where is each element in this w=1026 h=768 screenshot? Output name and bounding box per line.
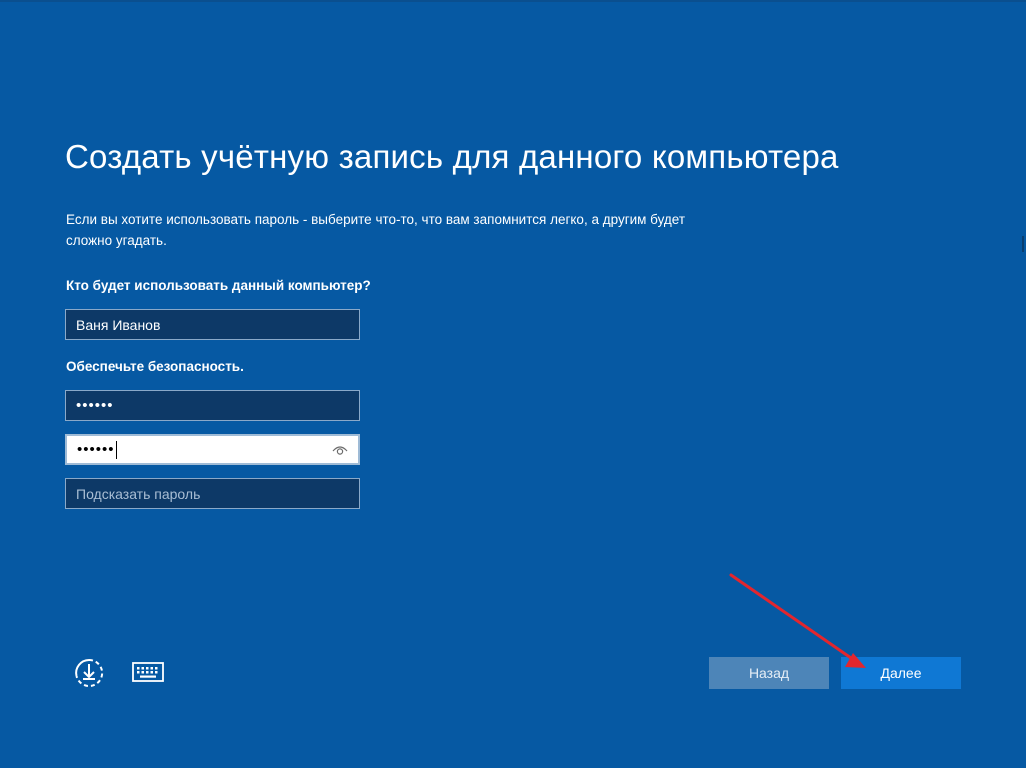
username-field[interactable]: Ваня Иванов xyxy=(65,309,360,340)
next-button[interactable]: Далее xyxy=(841,657,961,689)
password-field[interactable]: •••••• xyxy=(65,390,360,421)
eye-icon[interactable] xyxy=(332,443,348,457)
security-label: Обеспечьте безопасность. xyxy=(66,359,244,374)
window-edge-mark xyxy=(1022,236,1024,252)
page-title: Создать учётную запись для данного компь… xyxy=(65,138,839,175)
password-hint-placeholder: Подсказать пароль xyxy=(76,485,201,502)
password-confirm-value: •••••• xyxy=(77,441,115,458)
top-edge xyxy=(0,0,1026,2)
back-button[interactable]: Назад xyxy=(709,657,829,689)
password-confirm-field[interactable]: •••••• xyxy=(65,434,360,465)
keyboard-icon[interactable] xyxy=(132,661,164,683)
password-value: •••••• xyxy=(76,397,114,414)
page-description: Если вы хотите использовать пароль - выб… xyxy=(66,212,686,248)
text-caret xyxy=(115,440,117,459)
username-label: Кто будет использовать данный компьютер? xyxy=(66,278,371,293)
red-arrow-annotation xyxy=(729,573,866,668)
ease-of-access-icon[interactable] xyxy=(72,657,106,689)
setup-screen: Создать учётную запись для данного компь… xyxy=(0,0,1026,768)
username-value: Ваня Иванов xyxy=(76,316,161,333)
password-hint-field[interactable]: Подсказать пароль xyxy=(65,478,360,509)
